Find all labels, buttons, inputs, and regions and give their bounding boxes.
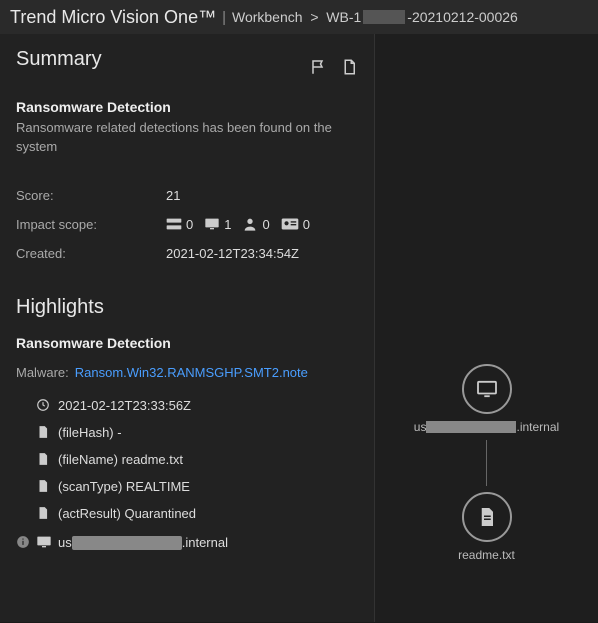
desktop-icon	[204, 217, 220, 231]
hl-timestamp: 2021-02-12T23:33:56Z	[36, 392, 358, 419]
created-label: Created:	[16, 246, 166, 261]
highlights-section: Highlights Ransomware Detection Malware:…	[16, 296, 358, 551]
id-card-icon	[281, 217, 299, 231]
breadcrumb[interactable]: Workbench > WB-1-20210212-00026	[232, 9, 518, 25]
divider: |	[222, 9, 226, 26]
graph-panel[interactable]: us .internal readme.txt	[375, 34, 598, 622]
impact-label: Impact scope:	[16, 217, 166, 232]
graph-edge	[486, 440, 487, 486]
file-icon	[36, 506, 50, 520]
impact-value: 0 1 0 0	[166, 217, 318, 232]
hl-filename: (fileName) readme.txt	[36, 446, 358, 473]
impact-graph: us .internal readme.txt	[375, 364, 598, 562]
endpoint-prefix: us	[58, 535, 72, 550]
server-icon	[166, 217, 182, 231]
left-panel: Summary Ransomware Detection Ransomware …	[0, 34, 375, 622]
alert-id-prefix: WB-1	[326, 9, 361, 25]
scope-desktops: 1	[204, 217, 231, 232]
app-title: Trend Micro Vision One™	[10, 7, 216, 28]
clock-icon	[36, 398, 50, 412]
breadcrumb-root: Workbench	[232, 9, 303, 25]
redacted-segment	[72, 536, 182, 550]
desktop-icon	[476, 380, 498, 398]
redacted-segment	[426, 421, 516, 433]
alert-id-suffix: -20210212-00026	[407, 9, 518, 25]
graph-node-file[interactable]	[462, 492, 512, 542]
hl-filehash: (fileHash) -	[36, 419, 358, 446]
file-icon	[36, 479, 50, 493]
hl-text: 2021-02-12T23:33:56Z	[58, 398, 191, 413]
file-icon	[36, 452, 50, 466]
endpoint-suffix: .internal	[182, 535, 228, 550]
graph-node-endpoint[interactable]	[462, 364, 512, 414]
created-value: 2021-02-12T23:34:54Z	[166, 246, 299, 261]
main-split: Summary Ransomware Detection Ransomware …	[0, 34, 598, 622]
detection-desc: Ransomware related detections has been f…	[16, 119, 358, 157]
scope-servers: 0	[166, 217, 193, 232]
info-icon[interactable]	[16, 535, 30, 549]
hl-text: (scanType) REALTIME	[58, 479, 190, 494]
scope-users: 0	[242, 217, 269, 232]
detection-block: Ransomware Detection Ransomware related …	[16, 99, 358, 157]
top-header: Trend Micro Vision One™ | Workbench > WB…	[0, 0, 598, 34]
desktop-icon	[36, 535, 52, 549]
scope-accounts-count: 0	[303, 217, 310, 232]
highlights-title: Highlights	[16, 296, 358, 319]
score-label: Score:	[16, 188, 166, 203]
highlights-detection-title: Ransomware Detection	[16, 335, 358, 351]
malware-link[interactable]: Ransom.Win32.RANMSGHP.SMT2.note	[75, 365, 308, 380]
endpoint-name[interactable]: us .internal	[58, 535, 228, 551]
detection-title: Ransomware Detection	[16, 99, 358, 115]
created-row: Created: 2021-02-12T23:34:54Z	[16, 239, 358, 268]
malware-label: Malware:	[16, 365, 69, 380]
summary-header: Summary	[16, 48, 358, 85]
scope-users-count: 0	[262, 217, 269, 232]
scope-desktops-count: 1	[224, 217, 231, 232]
redacted-segment	[363, 10, 405, 24]
flag-icon[interactable]	[310, 58, 328, 76]
hl-text: (actResult) Quarantined	[58, 506, 196, 521]
document-icon[interactable]	[340, 58, 358, 76]
summary-toolbar	[310, 58, 358, 76]
scope-accounts: 0	[281, 217, 310, 232]
hl-scantype: (scanType) REALTIME	[36, 473, 358, 500]
file-icon	[36, 425, 50, 439]
highlight-list: 2021-02-12T23:33:56Z (fileHash) - (fileN…	[16, 392, 358, 527]
user-icon	[242, 217, 258, 231]
score-row: Score: 21	[16, 181, 358, 210]
node-label-prefix: us	[414, 420, 427, 434]
endpoint-row: us .internal	[16, 527, 358, 551]
hl-text: (fileName) readme.txt	[58, 452, 183, 467]
impact-row: Impact scope: 0 1 0	[16, 210, 358, 239]
score-value: 21	[166, 188, 180, 203]
hl-text: (fileHash) -	[58, 425, 122, 440]
graph-node-endpoint-label: us .internal	[414, 420, 559, 434]
summary-table: Score: 21 Impact scope: 0 1 0	[16, 181, 358, 268]
file-icon	[478, 506, 496, 528]
scope-servers-count: 0	[186, 217, 193, 232]
malware-row: Malware: Ransom.Win32.RANMSGHP.SMT2.note	[16, 361, 358, 384]
node-label-suffix: .internal	[516, 420, 559, 434]
graph-node-file-label: readme.txt	[458, 548, 515, 562]
summary-title: Summary	[16, 48, 102, 71]
hl-actresult: (actResult) Quarantined	[36, 500, 358, 527]
